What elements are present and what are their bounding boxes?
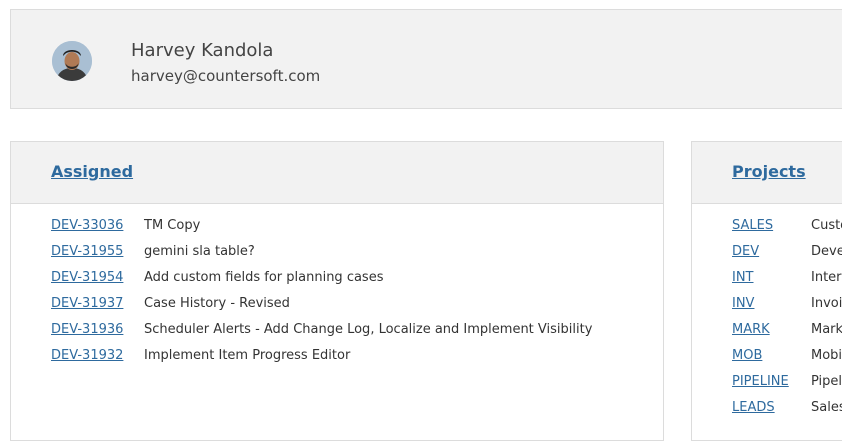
user-avatar-icon[interactable] <box>52 41 92 81</box>
project-name: Mark <box>811 322 842 337</box>
project-row: MARK Mark <box>732 322 842 348</box>
project-row: PIPELINE Pipel <box>732 374 842 400</box>
item-title: Implement Item Progress Editor <box>144 348 351 363</box>
project-code-link[interactable]: MOB <box>732 348 762 363</box>
user-email: harvey@countersoft.com <box>131 67 321 85</box>
assigned-row: DEV-31937 Case History - Revised <box>51 296 290 322</box>
item-title: Scheduler Alerts - Add Change Log, Local… <box>144 322 593 337</box>
assigned-row: DEV-31954 Add custom fields for planning… <box>51 270 383 296</box>
item-key-link[interactable]: DEV-31937 <box>51 296 123 311</box>
project-name: Invoi <box>811 296 842 311</box>
project-code-link[interactable]: INT <box>732 270 754 285</box>
assigned-row: DEV-31955 gemini sla table? <box>51 244 255 270</box>
project-name: Inter <box>811 270 842 285</box>
project-row: MOB Mobi <box>732 348 842 374</box>
item-title: TM Copy <box>144 218 201 233</box>
project-code-link[interactable]: DEV <box>732 244 759 259</box>
project-row: INV Invoi <box>732 296 842 322</box>
project-name: Pipel <box>811 374 842 389</box>
project-row: DEV Deve <box>732 244 842 270</box>
project-row: SALES Custo <box>732 218 842 244</box>
assigned-list: DEV-33036 TM Copy DEV-31955 gemini sla t… <box>51 218 592 374</box>
projects-list: SALES Custo DEV Deve INT Inter INV Invoi… <box>732 218 842 426</box>
assigned-panel-header: Assigned <box>11 142 663 204</box>
item-title: gemini sla table? <box>144 244 255 259</box>
project-code-link[interactable]: INV <box>732 296 754 311</box>
item-key-link[interactable]: DEV-31936 <box>51 322 123 337</box>
project-code-link[interactable]: MARK <box>732 322 770 337</box>
assigned-panel: Assigned DEV-33036 TM Copy DEV-31955 gem… <box>10 141 664 441</box>
project-code-link[interactable]: LEADS <box>732 400 775 415</box>
project-name: Deve <box>811 244 842 259</box>
project-name: Sales <box>811 400 842 415</box>
item-key-link[interactable]: DEV-31954 <box>51 270 123 285</box>
project-name: Custo <box>811 218 842 233</box>
projects-title-link[interactable]: Projects <box>732 162 806 181</box>
projects-panel: Projects SALES Custo DEV Deve INT Inter … <box>691 141 842 441</box>
item-key-link[interactable]: DEV-31955 <box>51 244 123 259</box>
assigned-row: DEV-31932 Implement Item Progress Editor <box>51 348 350 374</box>
assigned-row: DEV-33036 TM Copy <box>51 218 200 244</box>
item-key-link[interactable]: DEV-31932 <box>51 348 123 363</box>
projects-panel-header: Projects <box>692 142 842 204</box>
item-title: Case History - Revised <box>144 296 290 311</box>
project-code-link[interactable]: SALES <box>732 218 773 233</box>
project-row: LEADS Sales <box>732 400 842 426</box>
project-row: INT Inter <box>732 270 842 296</box>
profile-header: Harvey Kandola harvey@countersoft.com <box>10 9 842 109</box>
item-key-link[interactable]: DEV-33036 <box>51 218 123 233</box>
project-name: Mobi <box>811 348 842 363</box>
item-title: Add custom fields for planning cases <box>144 270 384 285</box>
assigned-title-link[interactable]: Assigned <box>51 162 133 181</box>
assigned-row: DEV-31936 Scheduler Alerts - Add Change … <box>51 322 592 348</box>
user-name: Harvey Kandola <box>131 40 274 61</box>
project-code-link[interactable]: PIPELINE <box>732 374 789 389</box>
